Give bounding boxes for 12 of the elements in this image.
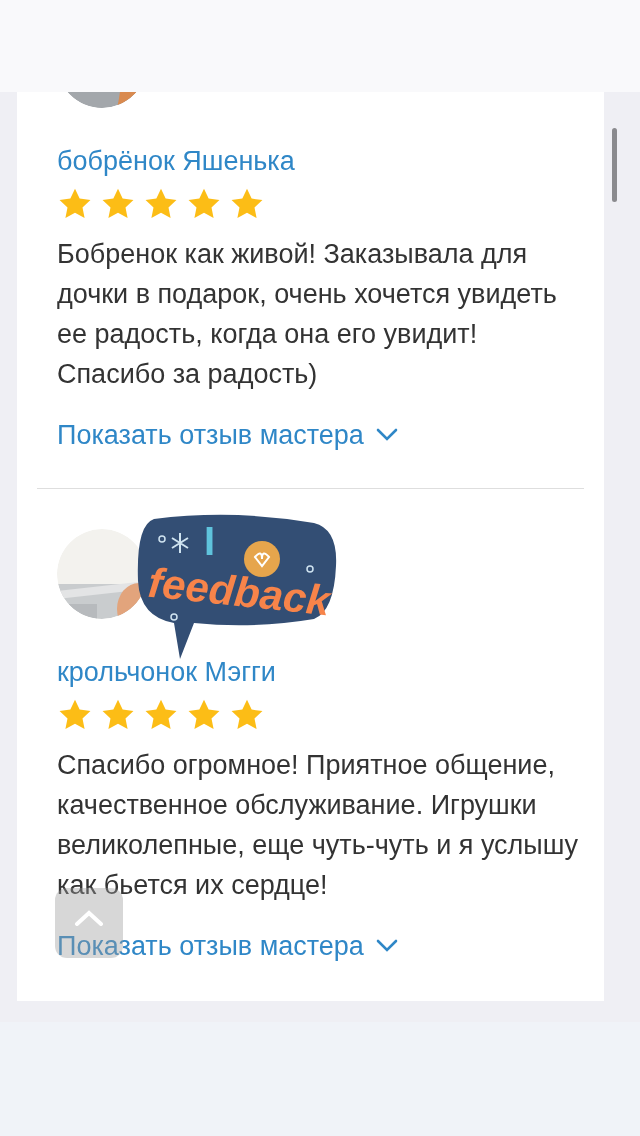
chevron-down-icon [375,428,398,442]
sticker-letter: I [204,521,216,561]
show-master-reply-link[interactable]: Показать отзыв мастера [57,420,398,450]
chevron-down-icon [375,939,398,953]
product-link[interactable]: крольчонок Мэгги [57,657,564,687]
review-text: Бобренок как живой! Заказывала для дочки в подарок, очень хочется увидеть ее радость, когда она его увидит! Спасибо за радость) [57,238,558,391]
product-link[interactable]: бобрёнок Яшенька [57,146,564,176]
sticker-word: feedback [146,559,332,625]
show-master-reply-link[interactable]: Показать отзыв мастера [57,931,398,961]
scrollbar[interactable] [612,128,617,202]
review-text: Спасибо огромное! Приятное общение, качественное обслуживание. Игрушки великолепные, еще чуть-чуть и я услышу как бьется их сердце! [57,749,579,902]
chevron-up-icon [74,910,104,926]
